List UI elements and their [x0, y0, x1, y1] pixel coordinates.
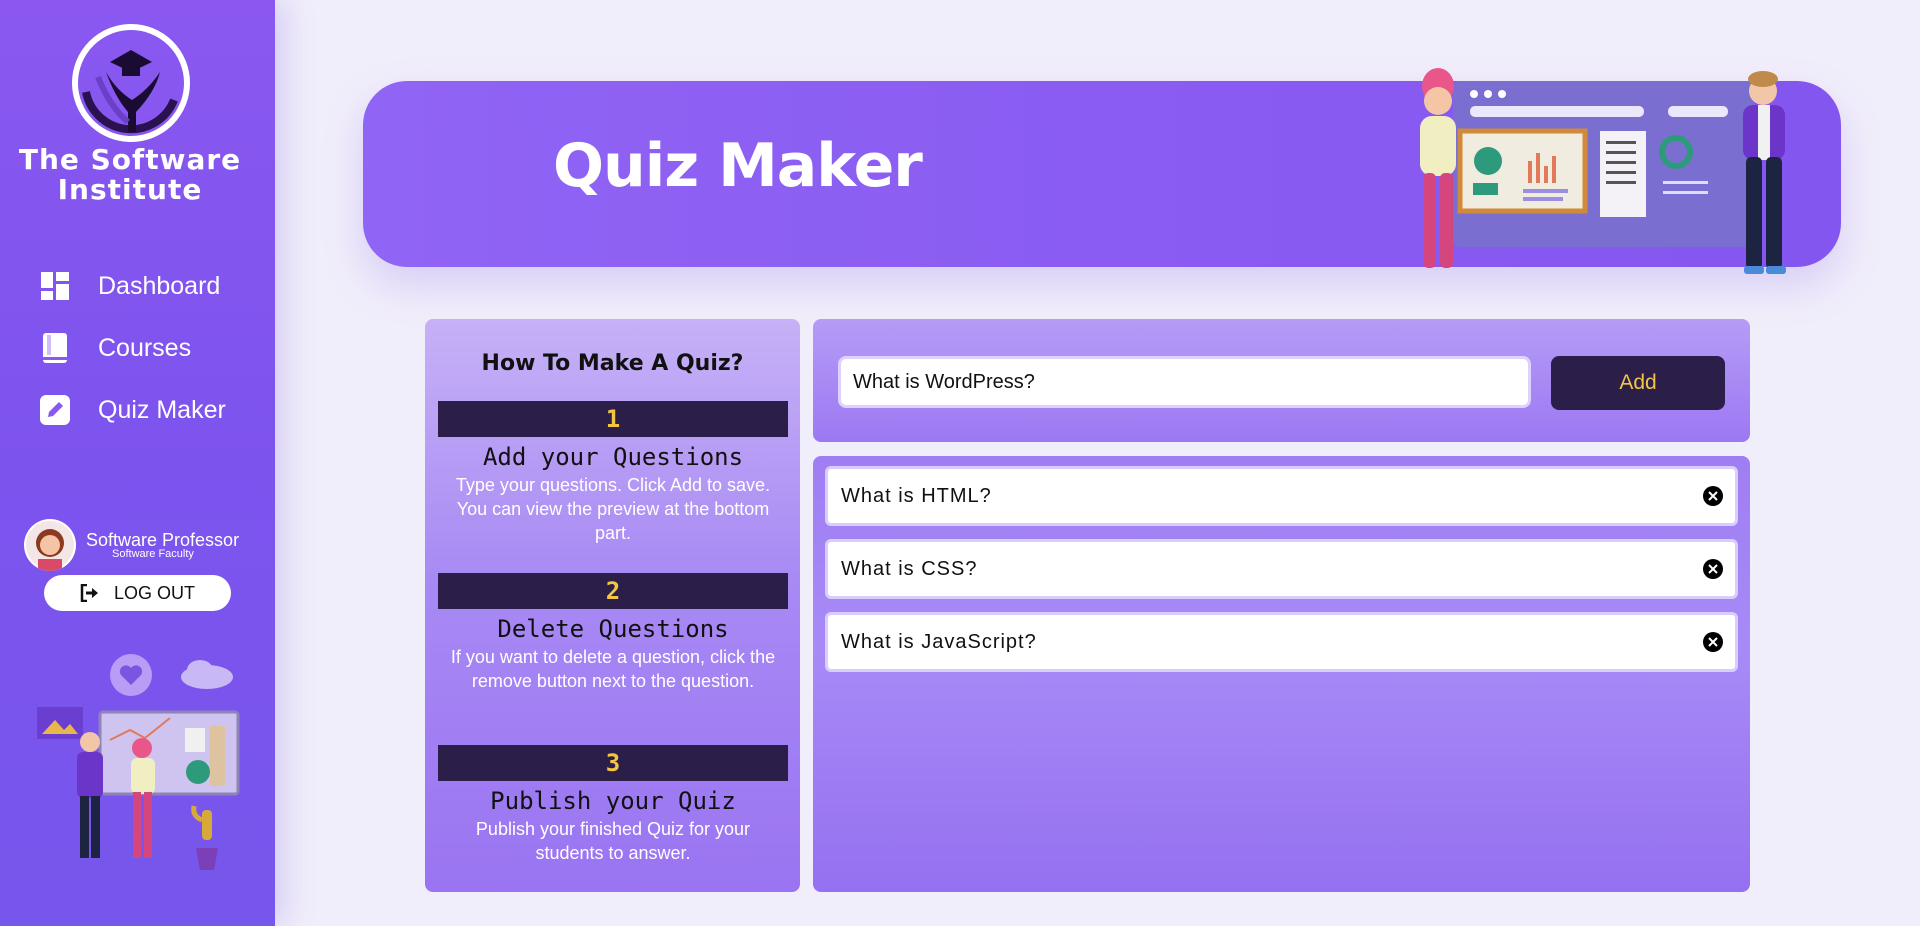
step-1: 1 Add your Questions Type your questions…: [438, 401, 788, 545]
user-name: Software Professor: [86, 529, 240, 550]
graduate-logo-icon: [72, 24, 190, 142]
how-to-title: How To Make A Quiz?: [481, 351, 744, 376]
remove-icon[interactable]: [1703, 559, 1723, 579]
step-number: 2: [438, 573, 788, 609]
step-number: 1: [438, 401, 788, 437]
step-description: If you want to delete a question, click …: [450, 647, 776, 691]
page-header: Quiz Maker: [363, 68, 1841, 274]
sidebar-item-courses[interactable]: Courses: [40, 317, 226, 379]
sidebar-item-dashboard[interactable]: Dashboard: [40, 255, 226, 317]
sidebar: The Software Institute Dashboard Courses…: [0, 0, 275, 926]
user-profile[interactable]: Software Professor Software Faculty: [24, 519, 239, 571]
question-input-panel: Add: [813, 319, 1750, 442]
avatar: [24, 519, 76, 571]
step-3: 3 Publish your Quiz Publish your finishe…: [438, 745, 788, 865]
edit-icon: [40, 395, 70, 425]
step-2: 2 Delete Questions If you want to delete…: [438, 573, 788, 693]
header-illustration: [1420, 68, 1786, 274]
book-icon: [40, 333, 70, 363]
step-description: Type your questions. Click Add to save. …: [455, 475, 771, 543]
sidebar-item-quiz-maker[interactable]: Quiz Maker: [40, 379, 226, 441]
questions-list: What is HTML? What is CSS? What is JavaS…: [813, 456, 1750, 892]
remove-icon[interactable]: [1703, 632, 1723, 652]
dashboard-icon: [40, 271, 70, 301]
add-button[interactable]: Add: [1551, 356, 1725, 410]
sidebar-item-label: Courses: [98, 333, 192, 362]
list-item: What is CSS?: [825, 539, 1738, 599]
user-role: Software Faculty: [112, 547, 194, 560]
step-heading: Add your Questions: [482, 443, 744, 471]
question-input[interactable]: [838, 356, 1531, 408]
sidebar-nav: Dashboard Courses Quiz Maker: [40, 255, 226, 441]
step-number: 3: [438, 745, 788, 781]
question-text: What is CSS?: [841, 557, 978, 580]
list-item: What is HTML?: [825, 466, 1738, 526]
remove-icon[interactable]: [1703, 486, 1723, 506]
brand-name: The Software Institute: [18, 143, 242, 206]
how-to-panel: How To Make A Quiz? 1 Add your Questions…: [425, 319, 800, 892]
logout-icon: [80, 584, 98, 602]
question-text: What is JavaScript?: [841, 630, 1037, 653]
page-title: Quiz Maker: [553, 131, 923, 201]
step-heading: Delete Questions: [497, 615, 729, 643]
logout-label: LOG OUT: [113, 582, 195, 603]
logout-button[interactable]: LOG OUT: [44, 575, 231, 611]
sidebar-item-label: Dashboard: [98, 271, 221, 300]
step-description: Publish your finished Quiz for your stud…: [475, 819, 751, 863]
list-item: What is JavaScript?: [825, 612, 1738, 672]
sidebar-item-label: Quiz Maker: [98, 395, 226, 424]
question-text: What is HTML?: [841, 484, 992, 507]
sidebar-illustration: [37, 654, 240, 870]
step-heading: Publish your Quiz: [490, 787, 736, 815]
